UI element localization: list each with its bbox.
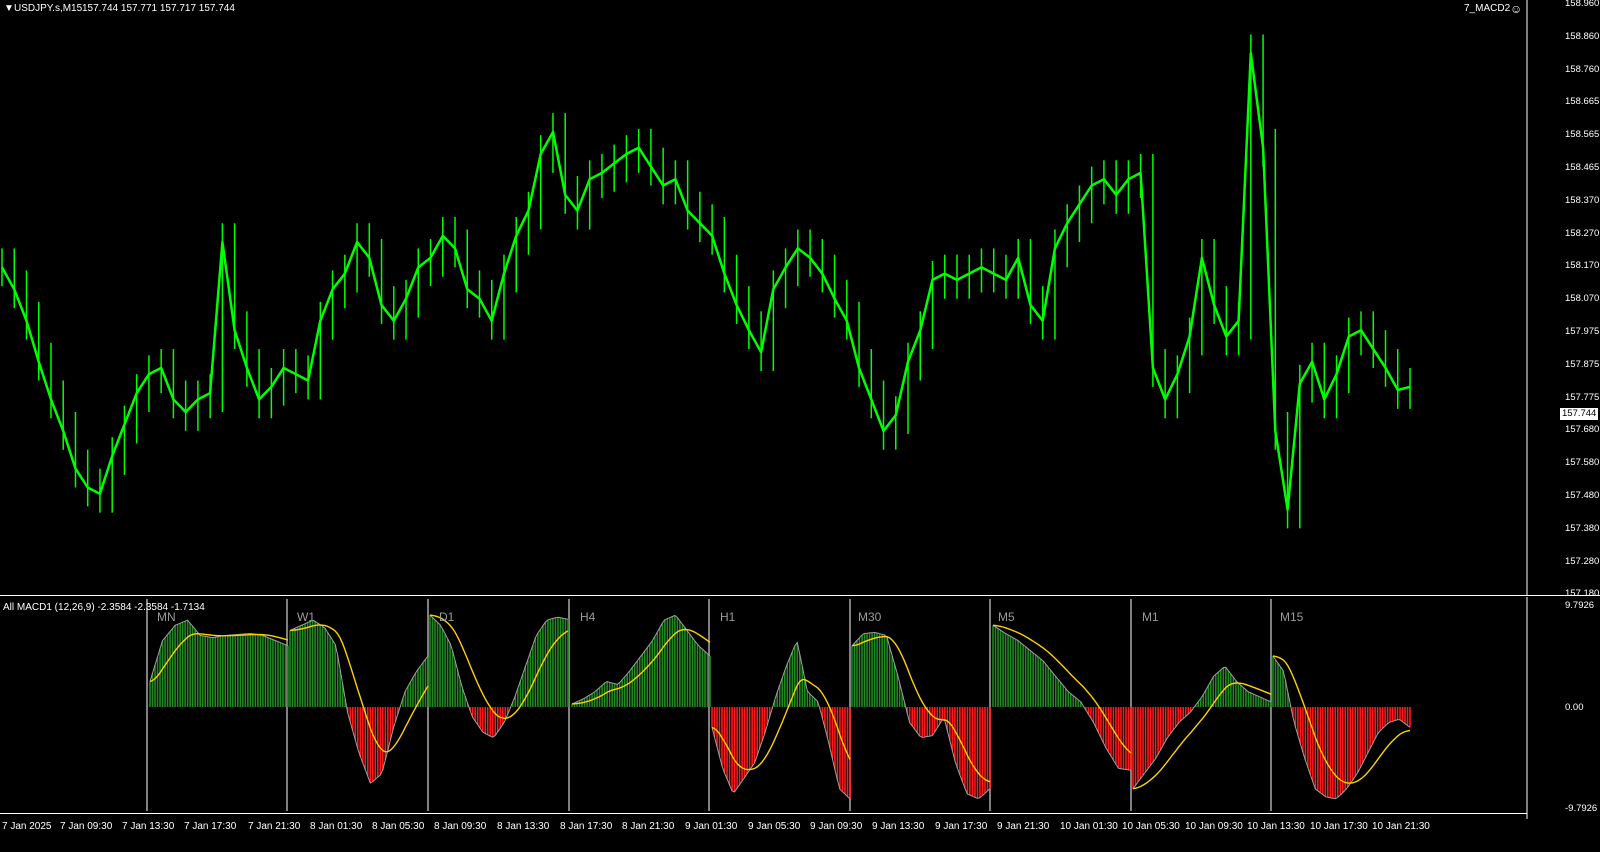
price-tick: 157.580 <box>1565 457 1600 469</box>
indicator-axis-zero: 0.00 <box>1565 702 1584 713</box>
time-tick: 7 Jan 17:30 <box>184 821 237 832</box>
macd-segment-w1 <box>289 619 429 784</box>
time-tick: 10 Jan 01:30 <box>1060 821 1118 832</box>
macd-segment-mn <box>149 619 289 707</box>
macd-segment-m15 <box>1272 655 1411 800</box>
macd-segment-d1 <box>429 614 569 738</box>
time-tick: 7 Jan 13:30 <box>122 821 175 832</box>
price-tick: 157.680 <box>1565 424 1600 436</box>
price-tick: 157.775 <box>1565 391 1600 403</box>
time-tick: 8 Jan 01:30 <box>310 821 363 832</box>
time-tick: 9 Jan 17:30 <box>935 821 988 832</box>
time-tick: 8 Jan 21:30 <box>622 821 675 832</box>
time-tick: 8 Jan 05:30 <box>372 821 425 832</box>
timeframe-label: M1 <box>1142 610 1159 624</box>
time-tick: 9 Jan 13:30 <box>872 821 925 832</box>
macd-subwindow[interactable] <box>0 597 1600 819</box>
price-tick: 158.370 <box>1565 194 1600 206</box>
price-tick: 157.875 <box>1565 358 1600 370</box>
chart-dropdown-icon[interactable]: ▼ <box>4 3 14 14</box>
timeframe-label: H4 <box>580 610 596 624</box>
timeframe-label: H1 <box>720 610 736 624</box>
smiley-icon[interactable]: ☺ <box>1510 2 1522 16</box>
price-tick: 157.480 <box>1565 490 1600 501</box>
price-tick: 157.975 <box>1565 326 1600 337</box>
price-line <box>0 52 1411 511</box>
macd-segment-m5 <box>992 624 1132 771</box>
price-tick: 158.565 <box>1565 129 1600 141</box>
price-tick: 158.170 <box>1565 260 1600 272</box>
indicator-axis-bottom: -9.7926 <box>1565 803 1598 814</box>
timeframe-label: W1 <box>297 610 315 624</box>
time-tick: 7 Jan 09:30 <box>60 821 113 832</box>
timeframe-label: M30 <box>858 610 882 624</box>
time-tick: 10 Jan 09:30 <box>1185 821 1243 832</box>
price-chart[interactable] <box>0 0 1600 596</box>
time-tick: 9 Jan 09:30 <box>810 821 863 832</box>
price-tick: 158.960 <box>1565 0 1600 9</box>
indicator-axis-top: 9.7926 <box>1565 600 1595 611</box>
timeframe-label: M15 <box>1280 610 1304 624</box>
current-price-tag: 157.744 <box>1560 408 1599 420</box>
time-tick: 8 Jan 17:30 <box>560 821 613 832</box>
price-tick: 157.180 <box>1565 588 1600 600</box>
price-tick: 157.280 <box>1565 555 1600 567</box>
price-tick: 158.760 <box>1565 63 1600 75</box>
price-tick: 158.465 <box>1565 162 1600 173</box>
macd-segment-m30 <box>851 631 991 799</box>
symbol-label: USDJPY.s,M15 <box>14 3 83 14</box>
time-tick: 8 Jan 13:30 <box>497 821 550 832</box>
time-tick: 9 Jan 01:30 <box>685 821 738 832</box>
timeframe-label: D1 <box>439 610 455 624</box>
macd-segment-h4 <box>571 614 711 707</box>
time-tick: 9 Jan 21:30 <box>997 821 1050 832</box>
ohlc-label: 157.744 157.771 157.717 157.744 <box>82 3 235 14</box>
price-tick: 158.270 <box>1565 227 1600 239</box>
price-tick: 158.665 <box>1565 96 1600 108</box>
macd-segment-m1 <box>1132 666 1272 790</box>
time-tick: 10 Jan 13:30 <box>1247 821 1305 832</box>
time-tick: 10 Jan 17:30 <box>1310 821 1368 832</box>
time-tick: 7 Jan 21:30 <box>248 821 301 832</box>
time-tick: 9 Jan 05:30 <box>748 821 801 832</box>
time-tick: 10 Jan 05:30 <box>1122 821 1180 832</box>
price-tick: 157.380 <box>1565 522 1600 534</box>
chart-window[interactable]: ▼ USDJPY.s,M15 157.744 157.771 157.717 1… <box>0 0 1600 852</box>
indicator-short-label: 7_MACD2 <box>1464 3 1511 14</box>
price-tick: 158.070 <box>1565 293 1600 305</box>
price-tick: 158.860 <box>1565 30 1600 42</box>
time-tick: 10 Jan 21:30 <box>1372 821 1430 832</box>
timeframe-label: MN <box>157 610 176 624</box>
time-tick: 7 Jan 2025 <box>2 821 52 832</box>
time-tick: 8 Jan 09:30 <box>434 821 487 832</box>
macd-segment-h1 <box>711 641 851 800</box>
timeframe-label: M5 <box>998 610 1015 624</box>
